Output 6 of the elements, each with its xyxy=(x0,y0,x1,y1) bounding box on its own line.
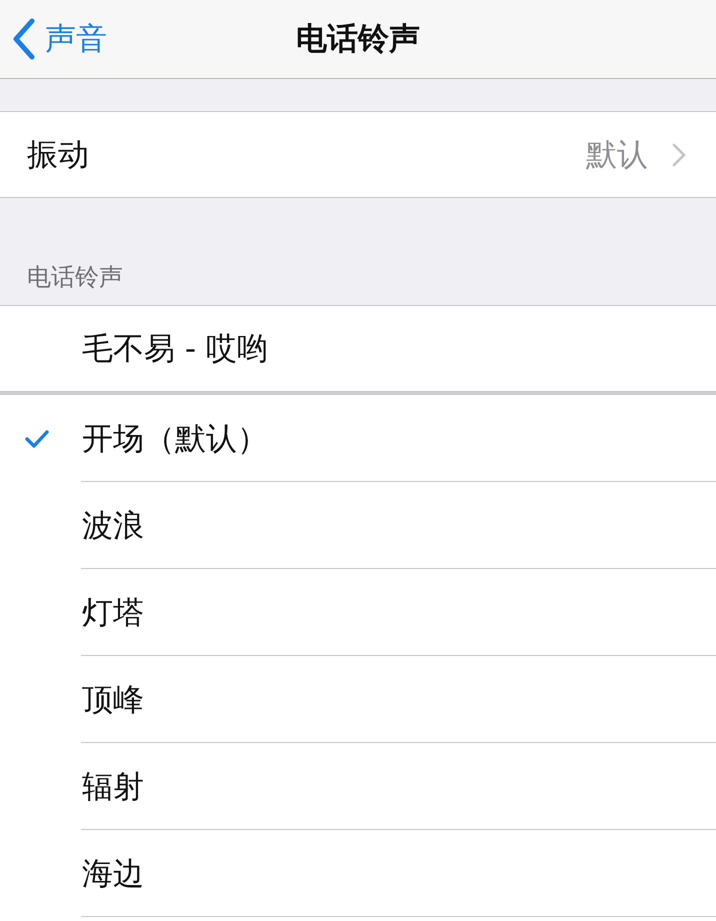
chevron-right-icon xyxy=(672,142,686,166)
section-header: 电话铃声 xyxy=(27,263,123,292)
setting-value: 默认 xyxy=(586,136,648,174)
nav-title: 电话铃声 xyxy=(296,20,420,59)
back-button[interactable]: 声音 xyxy=(0,9,107,69)
chevron-left-icon xyxy=(12,18,36,60)
